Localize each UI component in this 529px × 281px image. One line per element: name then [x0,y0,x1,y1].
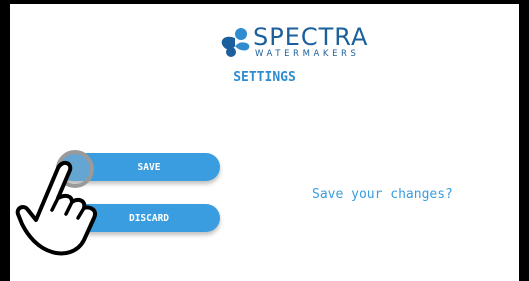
discard-button-label: DISCARD [128,212,170,224]
settings-screen: SPECTRA WATERMAKERS SETTINGS SAVE DISCAR… [10,4,519,281]
hand-pointer-icon [15,161,97,256]
brand-name: SPECTRA [253,23,369,51]
page-title: SETTINGS [233,70,296,85]
save-button-label: SAVE [137,161,161,173]
confirm-prompt: Save your changes? [312,187,453,202]
brand-subtitle: WATERMAKERS [255,49,360,59]
spectra-logo-icon [221,28,250,57]
